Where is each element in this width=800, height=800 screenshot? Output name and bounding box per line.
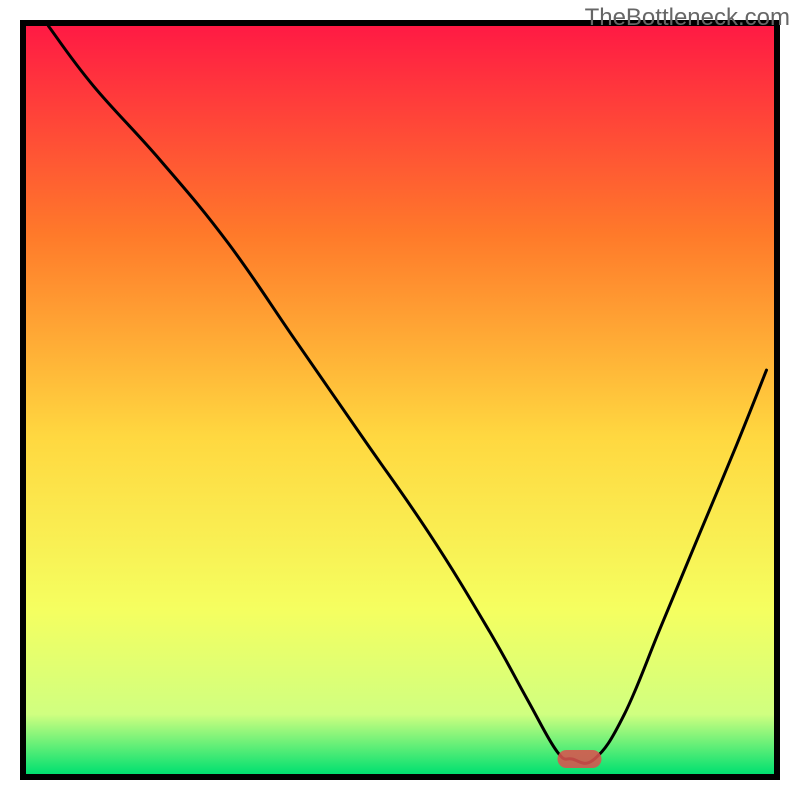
chart-canvas: TheBottleneck.com: [0, 0, 800, 800]
plot-background: [26, 26, 774, 774]
recommended-marker: [558, 750, 602, 768]
watermark-label: TheBottleneck.com: [585, 4, 790, 32]
chart-svg: [0, 0, 800, 800]
